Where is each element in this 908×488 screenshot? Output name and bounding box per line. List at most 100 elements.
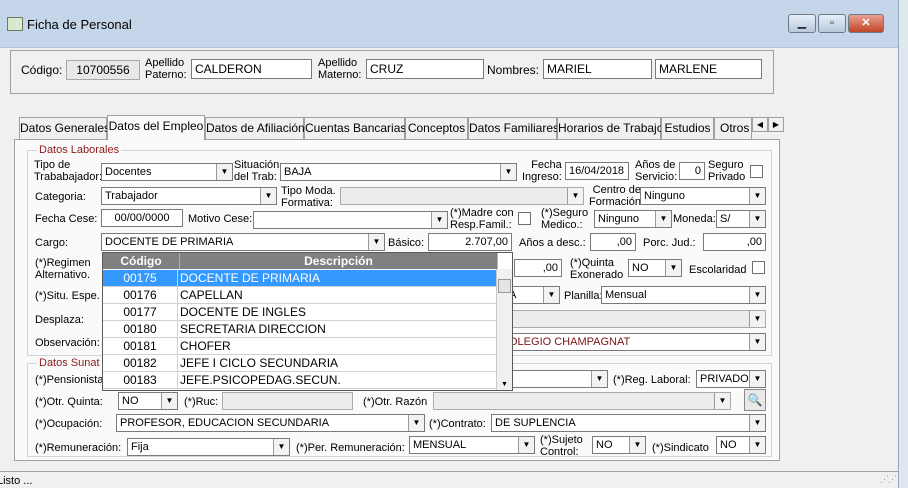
- col-header-codigo[interactable]: Código: [103, 253, 180, 269]
- anios-servicio-field[interactable]: 0: [679, 162, 705, 180]
- situ-espe-label: (*)Situ. Espe.: [35, 290, 100, 302]
- ap-paterno-field[interactable]: CALDERON: [191, 59, 312, 79]
- dropdown-scrollbar[interactable]: ▼: [496, 269, 512, 390]
- chevron-down-icon[interactable]: ▼: [216, 164, 232, 180]
- regimen-field[interactable]: ,00: [514, 259, 562, 277]
- cargo-dropdown-list[interactable]: Código Descripción 00175 DOCENTE DE PRIMA…: [102, 252, 513, 391]
- scroll-thumb[interactable]: [498, 279, 511, 293]
- tab-estudios[interactable]: Estudios: [661, 117, 714, 139]
- tab-datos-familiares[interactable]: Datos Familiares: [468, 117, 559, 139]
- tab-scroll-right[interactable]: ▶: [768, 117, 784, 132]
- chevron-down-icon[interactable]: ▼: [749, 371, 765, 387]
- tipo-trab-select[interactable]: Docentes ▼: [101, 163, 233, 181]
- list-item[interactable]: 00175 DOCENTE DE PRIMARIA: [103, 270, 498, 287]
- fecha-cese-field[interactable]: 00/00/0000: [101, 209, 183, 227]
- tab-otros[interactable]: Otros D: [714, 117, 752, 139]
- tab-conceptos[interactable]: Conceptos: [405, 117, 468, 139]
- centro-form-select[interactable]: Ninguno ▼: [640, 187, 766, 205]
- col-header-descripcion[interactable]: Descripción: [180, 253, 498, 269]
- chevron-down-icon[interactable]: ▼: [543, 287, 559, 303]
- tab-scroll-left[interactable]: ◀: [752, 117, 768, 132]
- moneda-select[interactable]: S/ ▼: [716, 210, 766, 228]
- motivo-cese-label: Motivo Cese:: [188, 213, 253, 225]
- maximize-button[interactable]: ▫: [818, 14, 846, 33]
- reg-laboral-select[interactable]: PRIVADO ▼: [696, 370, 766, 388]
- chevron-down-icon[interactable]: ▼: [749, 311, 765, 327]
- chevron-down-icon[interactable]: ▼: [368, 234, 384, 250]
- ocupacion-select[interactable]: PROFESOR, EDUCACION SECUNDARIA ▼: [116, 414, 425, 432]
- escolaridad-checkbox[interactable]: [752, 261, 765, 274]
- chevron-down-icon[interactable]: ▼: [497, 381, 512, 388]
- chevron-down-icon[interactable]: ▼: [273, 439, 289, 455]
- chevron-down-icon[interactable]: ▼: [408, 415, 424, 431]
- chevron-down-icon[interactable]: ▼: [591, 371, 607, 387]
- categoria-select[interactable]: Trabajador ▼: [101, 187, 277, 205]
- nombre1-field[interactable]: MARIEL: [543, 59, 652, 79]
- fecha-ingreso-field[interactable]: 16/04/2018: [565, 162, 629, 180]
- otr-razon-select[interactable]: ▼: [433, 392, 731, 410]
- chevron-down-icon[interactable]: ▼: [431, 212, 447, 228]
- chevron-down-icon[interactable]: ▼: [161, 393, 177, 409]
- chevron-down-icon[interactable]: ▼: [749, 211, 765, 227]
- chevron-down-icon[interactable]: ▼: [749, 415, 765, 431]
- contrato-select[interactable]: DE SUPLENCIA ▼: [491, 414, 766, 432]
- madre-checkbox[interactable]: [518, 212, 531, 225]
- nombre2-field[interactable]: MARLENE: [655, 59, 762, 79]
- chevron-down-icon[interactable]: ▼: [749, 287, 765, 303]
- list-item[interactable]: 00183 JEFE.PSICOPEDAG.SECUN.: [103, 372, 498, 389]
- minimize-button[interactable]: ▁: [788, 14, 816, 33]
- ap-materno-label: Apellido Materno:: [318, 57, 362, 81]
- chevron-down-icon[interactable]: ▼: [714, 393, 730, 409]
- list-item[interactable]: 00177 DOCENTE DE INGLES: [103, 304, 498, 321]
- seguro-privado-checkbox[interactable]: [750, 165, 763, 178]
- sujeto-control-select[interactable]: NO ▼: [592, 436, 646, 454]
- chevron-down-icon[interactable]: ▼: [665, 260, 681, 276]
- codigo-field[interactable]: 10700556: [66, 60, 140, 80]
- observacion-label: Observación:: [35, 337, 100, 349]
- tab-cuentas-bancarias[interactable]: Cuentas Bancarias: [304, 117, 406, 139]
- ap-materno-field[interactable]: CRUZ: [366, 59, 484, 79]
- per-rem-select[interactable]: MENSUAL ▼: [409, 436, 535, 454]
- resize-grip-icon[interactable]: ⋰⋰: [880, 474, 897, 487]
- basico-field[interactable]: 2.707,00: [428, 233, 512, 251]
- pensionista-select[interactable]: ▼: [505, 370, 608, 388]
- chevron-down-icon[interactable]: ▼: [260, 188, 276, 204]
- search-button[interactable]: 🔍: [744, 389, 766, 411]
- otr-quinta-select[interactable]: NO ▼: [118, 392, 178, 410]
- basico-label: Básico:: [388, 237, 425, 249]
- chevron-down-icon[interactable]: ▼: [518, 437, 534, 453]
- chevron-down-icon[interactable]: ▼: [749, 188, 765, 204]
- tab-datos-generales[interactable]: Datos Generales: [19, 117, 110, 139]
- quinta-exon-select[interactable]: NO ▼: [628, 259, 682, 277]
- chevron-down-icon[interactable]: ▼: [749, 334, 765, 350]
- close-button[interactable]: ✕: [848, 14, 884, 33]
- porc-jud-field[interactable]: ,00: [703, 233, 766, 251]
- desplaza-select[interactable]: ▼: [505, 310, 766, 328]
- list-item[interactable]: 00176 CAPELLAN: [103, 287, 498, 304]
- chevron-down-icon[interactable]: ▼: [655, 211, 671, 227]
- quinta-exon-value: NO: [632, 262, 649, 274]
- tab-datos-afiliacion[interactable]: Datos de Afiliación: [205, 117, 305, 139]
- list-item[interactable]: 00181 CHOFER: [103, 338, 498, 355]
- remuneracion-select[interactable]: Fija ▼: [127, 438, 290, 456]
- motivo-cese-select[interactable]: ▼: [253, 211, 448, 229]
- chevron-down-icon[interactable]: ▼: [500, 164, 516, 180]
- list-item[interactable]: 00182 JEFE I CICLO SECUNDARIA: [103, 355, 498, 372]
- chevron-down-icon[interactable]: ▼: [629, 437, 645, 453]
- tipo-moda-select[interactable]: ▼: [340, 187, 584, 205]
- list-item[interactable]: 00180 SECRETARIA DIRECCION: [103, 321, 498, 338]
- situacion-select[interactable]: BAJA ▼: [280, 163, 517, 181]
- tab-horarios[interactable]: Horarios de Trabajo: [557, 117, 663, 139]
- cargo-select[interactable]: DOCENTE DE PRIMARIA ▼: [101, 233, 385, 251]
- tab-datos-empleo[interactable]: Datos del Empleo: [107, 115, 205, 140]
- chevron-down-icon[interactable]: ▼: [749, 437, 765, 453]
- ruc-field[interactable]: [222, 392, 353, 410]
- situ-espe-select[interactable]: A▼: [505, 286, 560, 304]
- observacion-select[interactable]: OLEGIO CHAMPAGNAT ▼: [505, 333, 766, 351]
- seguro-medico-select[interactable]: Ninguno ▼: [594, 210, 672, 228]
- anios-desc-field[interactable]: ,00: [590, 233, 636, 251]
- item-desc: JEFE I CICLO SECUNDARIA: [180, 356, 339, 370]
- sindicato-select[interactable]: NO ▼: [716, 436, 766, 454]
- chevron-down-icon[interactable]: ▼: [567, 188, 583, 204]
- planilla-select[interactable]: Mensual ▼: [601, 286, 766, 304]
